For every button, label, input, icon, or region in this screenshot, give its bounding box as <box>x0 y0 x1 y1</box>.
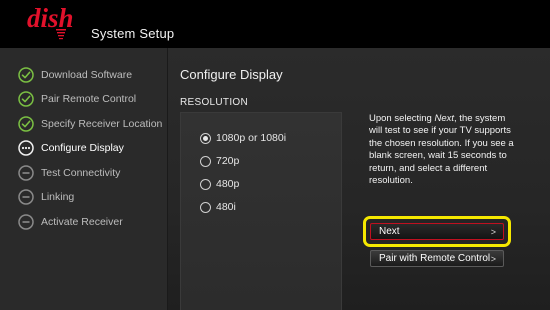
resolution-option-720p[interactable]: 720p <box>200 153 239 169</box>
minus-circle-icon <box>18 189 34 205</box>
pair-with-remote-button[interactable]: Pair with Remote Control > <box>370 250 504 267</box>
info-text-before: Upon selecting <box>369 113 435 124</box>
resolution-options-panel: 1080p or 1080i 720p 480p 480i <box>180 112 342 310</box>
radio-button-selected[interactable] <box>200 132 211 144</box>
app-title: System Setup <box>91 26 175 41</box>
chevron-right-icon: > <box>490 253 496 264</box>
page-title: Configure Display <box>180 67 283 82</box>
configure-display-panel: Configure Display RESOLUTION 1080p or 10… <box>168 48 550 310</box>
resolution-option-480i[interactable]: 480i <box>200 199 236 215</box>
check-circle-icon <box>18 91 34 107</box>
resolution-heading: RESOLUTION <box>180 97 249 108</box>
info-text-emphasis: Next <box>434 113 455 124</box>
option-label: 720p <box>216 155 240 167</box>
next-button-label: Next <box>379 226 400 237</box>
step-label: Download Software <box>41 69 133 81</box>
step-pair-remote-control[interactable]: Pair Remote Control <box>18 89 166 109</box>
step-specify-receiver-location[interactable]: Specify Receiver Location <box>18 114 166 134</box>
step-label: Pair Remote Control <box>41 93 137 105</box>
radio-button[interactable] <box>200 201 211 213</box>
top-bar: dish System Setup <box>0 0 550 48</box>
step-label: Activate Receiver <box>41 216 123 228</box>
step-label: Configure Display <box>41 142 124 154</box>
resolution-option-1080p-1080i[interactable]: 1080p or 1080i <box>200 130 286 146</box>
option-label: 1080p or 1080i <box>216 132 287 144</box>
radio-button[interactable] <box>200 178 211 190</box>
resolution-option-480p[interactable]: 480p <box>200 176 239 192</box>
minus-circle-icon <box>18 214 34 230</box>
step-linking[interactable]: Linking <box>18 187 166 207</box>
info-text: Upon selecting Next, the system will tes… <box>369 113 519 187</box>
step-configure-display[interactable]: Configure Display <box>18 138 166 158</box>
chevron-right-icon: > <box>490 226 496 237</box>
step-test-connectivity[interactable]: Test Connectivity <box>18 163 166 183</box>
step-label: Linking <box>41 191 75 203</box>
setup-steps-sidebar: Download Software Pair Remote Control Sp… <box>0 48 168 310</box>
minus-circle-icon <box>18 165 34 181</box>
next-button[interactable]: Next > <box>370 223 504 240</box>
svg-text:dish: dish <box>27 3 74 33</box>
dish-logo-mark: dish <box>27 3 74 40</box>
step-label: Test Connectivity <box>41 167 121 179</box>
step-label: Specify Receiver Location <box>41 118 163 130</box>
ellipsis-circle-icon <box>18 140 34 156</box>
pair-button-label: Pair with Remote Control <box>379 253 491 264</box>
radio-button[interactable] <box>200 155 211 167</box>
option-label: 480p <box>216 178 240 190</box>
dish-logo: dish <box>27 3 89 43</box>
check-circle-icon <box>18 116 34 132</box>
option-label: 480i <box>216 201 236 213</box>
check-circle-icon <box>18 67 34 83</box>
step-download-software[interactable]: Download Software <box>18 65 166 85</box>
step-activate-receiver[interactable]: Activate Receiver <box>18 212 166 232</box>
